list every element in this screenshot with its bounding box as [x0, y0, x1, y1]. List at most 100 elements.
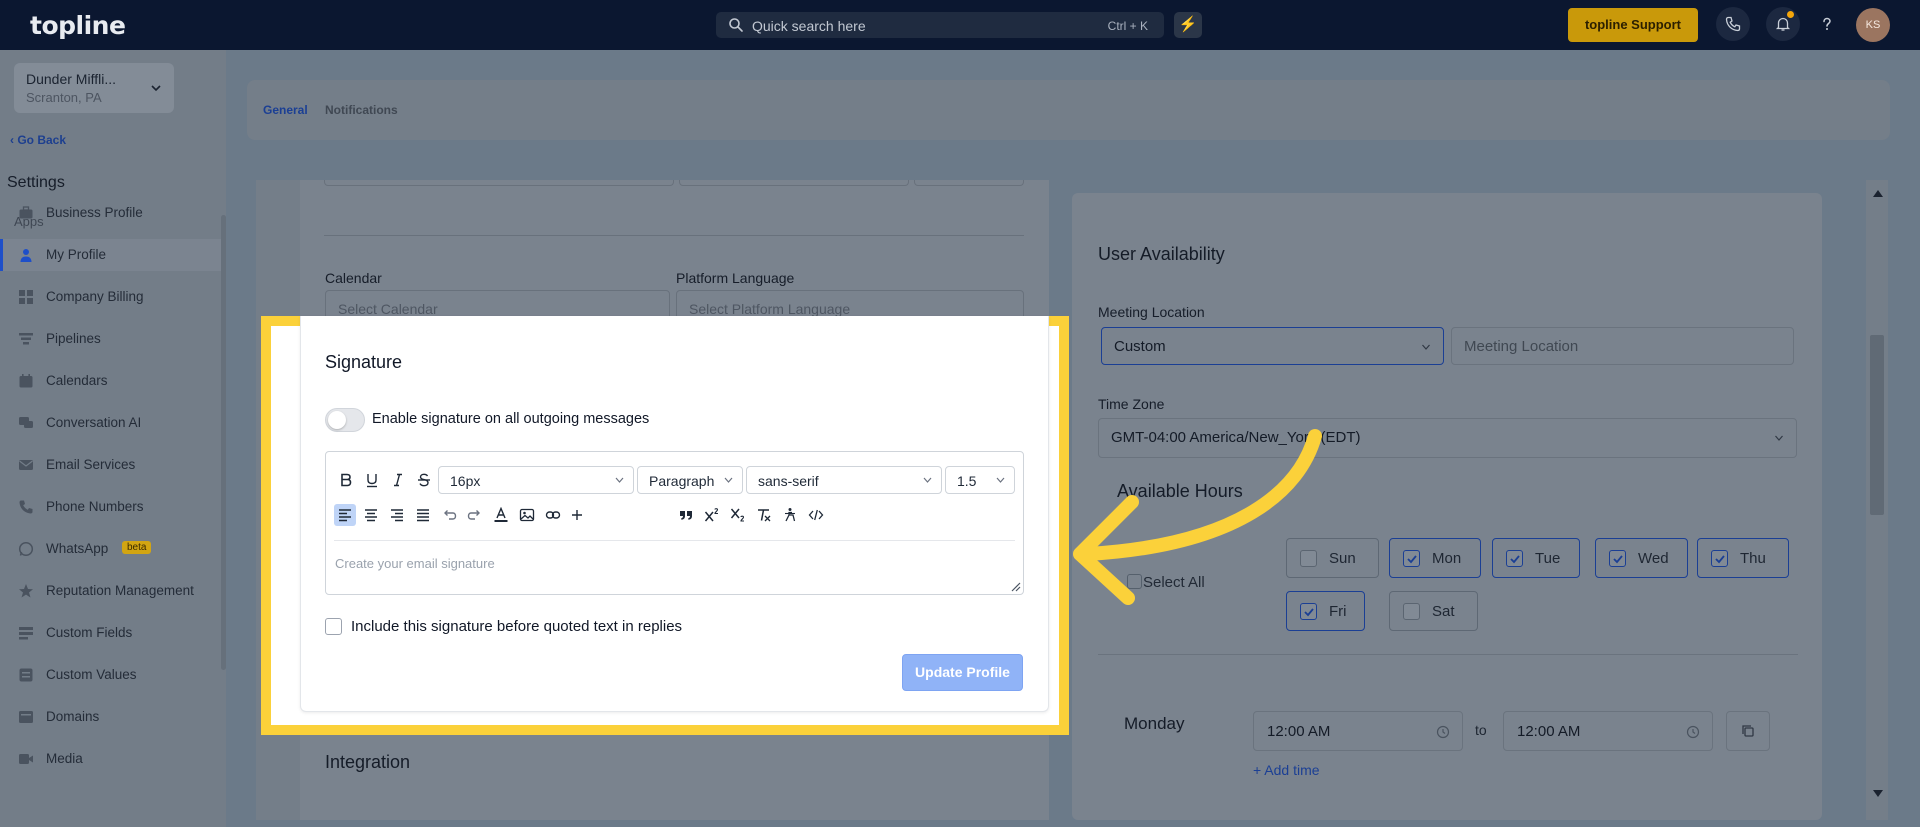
day-thu[interactable]: Thu: [1697, 538, 1789, 578]
day-wed[interactable]: Wed: [1595, 538, 1688, 578]
text-color-button[interactable]: [490, 504, 512, 526]
redo-icon: [467, 510, 480, 520]
update-profile-button[interactable]: Update Profile: [902, 654, 1023, 691]
phone-button[interactable]: [1716, 7, 1750, 41]
sidebar-item-reputation-management[interactable]: Reputation Management: [0, 575, 222, 607]
line-height-select[interactable]: 1.5: [945, 466, 1015, 494]
clear-formatting-button[interactable]: [753, 504, 775, 526]
sidebar-item-whatsapp[interactable]: WhatsApp beta: [0, 533, 222, 565]
notification-dot: [1787, 11, 1794, 18]
sidebar-item-company-billing[interactable]: Company Billing: [0, 281, 222, 313]
sidebar-item-custom-fields[interactable]: Custom Fields: [0, 617, 222, 649]
sidebar-item-calendars[interactable]: Calendars: [0, 365, 222, 397]
support-button[interactable]: topline Support: [1568, 8, 1698, 42]
sidebar-item-media[interactable]: Media: [0, 743, 222, 775]
scroll-thumb[interactable]: [1870, 335, 1884, 515]
platform-language-label: Platform Language: [676, 270, 795, 286]
day-sat[interactable]: Sat: [1389, 591, 1478, 631]
phone-icon: [1725, 16, 1741, 32]
insert-image-button[interactable]: [516, 504, 538, 526]
user-avatar[interactable]: KS: [1856, 8, 1890, 42]
align-justify-button[interactable]: [412, 504, 434, 526]
sidebar-item-email-services[interactable]: Email Services: [0, 449, 222, 481]
notifications-button[interactable]: [1766, 7, 1800, 41]
quick-search[interactable]: Quick search here Ctrl + K: [716, 12, 1164, 38]
user-availability-title: User Availability: [1098, 244, 1225, 264]
bolt-icon[interactable]: ⚡: [1174, 12, 1202, 38]
end-time-input[interactable]: 12:00 AM: [1503, 711, 1713, 751]
start-time-input[interactable]: 12:00 AM: [1253, 711, 1463, 751]
source-code-button[interactable]: [805, 504, 827, 526]
sidebar-scrollbar[interactable]: [221, 215, 226, 670]
select-all-checkbox[interactable]: [1127, 574, 1142, 589]
superscript-button[interactable]: [701, 504, 723, 526]
platform-language-placeholder: Select Platform Language: [689, 301, 851, 317]
align-right-button[interactable]: [386, 504, 408, 526]
sidebar-item-pipelines[interactable]: Pipelines: [0, 323, 222, 355]
strikethrough-button[interactable]: [413, 469, 435, 491]
user-icon: [20, 249, 32, 262]
select-all-label: Select All: [1143, 574, 1205, 591]
signature-editor[interactable]: 16px Paragraph sans-serif 1.5 Create you…: [325, 451, 1024, 595]
meeting-location-input[interactable]: Meeting Location: [1451, 327, 1794, 365]
sidebar-item-phone-numbers[interactable]: Phone Numbers: [0, 491, 222, 523]
sidebar-item-my-profile[interactable]: My Profile: [0, 239, 222, 271]
sidebar-item-custom-values[interactable]: Custom Values: [0, 659, 222, 691]
check-icon: [1304, 608, 1314, 617]
accessibility-button[interactable]: [779, 504, 801, 526]
meeting-location-type-value: Custom: [1114, 338, 1166, 355]
time-zone-select[interactable]: GMT-04:00 America/New_York (EDT): [1098, 418, 1797, 458]
day-mon[interactable]: Mon: [1389, 538, 1481, 578]
sidebar-item-domains[interactable]: Domains: [0, 701, 222, 733]
sidebar-item-label: My Profile: [46, 247, 107, 262]
scroll-down-icon[interactable]: [1873, 790, 1883, 797]
font-family-select[interactable]: sans-serif: [746, 466, 942, 494]
meeting-location-label: Meeting Location: [1098, 304, 1205, 320]
copy-hours-button[interactable]: [1726, 711, 1770, 751]
sidebar-item-label: Pipelines: [46, 331, 101, 346]
align-center-button[interactable]: [360, 504, 382, 526]
tab-general[interactable]: General: [263, 103, 308, 117]
add-time-link[interactable]: + Add time: [1253, 762, 1320, 778]
phone-icon: [19, 500, 33, 514]
italic-button[interactable]: [387, 469, 409, 491]
subscript-button[interactable]: [727, 504, 749, 526]
sidebar-item-business-profile[interactable]: Business Profile: [0, 197, 222, 229]
signature-toggle[interactable]: [325, 408, 365, 432]
more-insert-button[interactable]: [566, 504, 588, 526]
align-left-icon: [339, 509, 351, 522]
blockquote-button[interactable]: [675, 504, 697, 526]
day-label: Wed: [1638, 550, 1669, 567]
day-label: Sat: [1432, 603, 1455, 620]
app-logo[interactable]: topline: [30, 11, 126, 40]
quote-icon: [680, 511, 692, 520]
day-tue[interactable]: Tue: [1492, 538, 1580, 578]
main-scrollbar[interactable]: [1866, 180, 1888, 820]
sidebar-item-conversation-ai[interactable]: Conversation AI: [0, 407, 222, 439]
signature-editor-placeholder[interactable]: Create your email signature: [335, 556, 495, 571]
font-size-select[interactable]: 16px: [438, 466, 634, 494]
sidebar-item-label: Business Profile: [46, 205, 143, 220]
block-format-select[interactable]: Paragraph: [637, 466, 743, 494]
resize-handle-icon[interactable]: [1009, 580, 1021, 592]
copy-icon: [1742, 725, 1754, 737]
integration-title: Integration: [325, 752, 411, 772]
location-switcher[interactable]: Dunder Miffli... Scranton, PA: [14, 63, 174, 113]
underline-button[interactable]: [361, 469, 383, 491]
align-left-button[interactable]: [334, 504, 356, 526]
chevron-down-icon: [996, 477, 1005, 483]
day-sun[interactable]: Sun: [1286, 538, 1379, 578]
help-button[interactable]: [1810, 7, 1844, 41]
mail-icon: [19, 460, 33, 470]
insert-link-button[interactable]: [542, 504, 564, 526]
tab-notifications[interactable]: Notifications: [325, 103, 398, 117]
go-back-link[interactable]: ‹ Go Back: [10, 133, 66, 147]
day-fri[interactable]: Fri: [1286, 591, 1365, 631]
redo-button[interactable]: [464, 504, 486, 526]
link-icon: [545, 511, 561, 519]
scroll-up-icon[interactable]: [1873, 190, 1883, 197]
meeting-location-type-select[interactable]: Custom: [1101, 327, 1444, 365]
include-signature-checkbox[interactable]: [325, 618, 342, 635]
undo-button[interactable]: [438, 504, 460, 526]
bold-button[interactable]: [335, 469, 357, 491]
